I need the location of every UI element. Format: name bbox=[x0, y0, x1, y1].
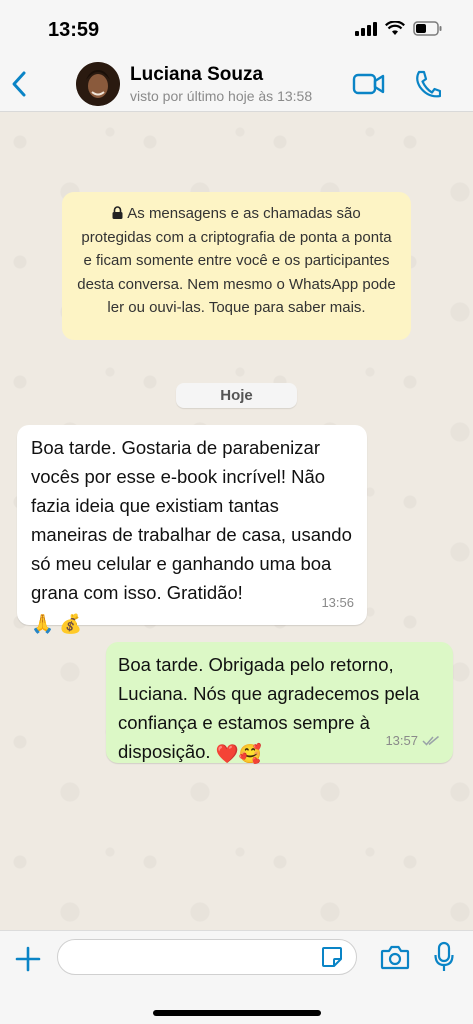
video-call-icon[interactable] bbox=[352, 70, 386, 98]
contact-last-seen: visto por último hoje às 13:58 bbox=[130, 88, 313, 104]
message-emojis: ❤️🥰 bbox=[215, 742, 262, 764]
message-time: 13:56 bbox=[321, 595, 354, 610]
status-bar: 13:59 bbox=[0, 0, 473, 56]
encryption-notice[interactable]: As mensagens e as chamadas são protegida… bbox=[62, 192, 411, 340]
chat-header: Luciana Souza visto por último hoje às 1… bbox=[0, 56, 473, 112]
chat-area[interactable]: As mensagens e as chamadas são protegida… bbox=[0, 112, 473, 930]
lock-icon bbox=[112, 203, 123, 219]
date-divider: Hoje bbox=[176, 383, 297, 408]
incoming-message[interactable]: Boa tarde. Gostaria de parabenizar vocês… bbox=[17, 425, 367, 634]
wifi-icon bbox=[385, 21, 405, 35]
message-time: 13:57 bbox=[385, 733, 418, 748]
status-time: 13:59 bbox=[48, 19, 100, 41]
battery-icon bbox=[413, 21, 442, 36]
outgoing-message[interactable]: Boa tarde. Obrigada pelo retorno, Lucian… bbox=[106, 642, 453, 764]
encryption-notice-text: As mensagens e as chamadas são protegida… bbox=[77, 205, 396, 316]
contact-name[interactable]: Luciana Souza bbox=[130, 64, 263, 86]
microphone-icon[interactable] bbox=[434, 941, 454, 973]
message-text: Boa tarde. Obrigada pelo retorno, Lucian… bbox=[118, 654, 420, 762]
message-emojis: 🙏 💰 bbox=[31, 612, 83, 634]
message-input-bar bbox=[0, 930, 473, 1024]
message-input[interactable] bbox=[57, 939, 357, 975]
camera-icon[interactable] bbox=[380, 943, 410, 971]
cellular-signal-icon bbox=[355, 21, 377, 36]
avatar[interactable] bbox=[76, 62, 120, 106]
message-text: Boa tarde. Gostaria de parabenizar vocês… bbox=[31, 437, 352, 603]
home-indicator[interactable] bbox=[153, 1010, 321, 1016]
phone-call-icon[interactable] bbox=[413, 68, 441, 100]
avatar-photo bbox=[76, 62, 120, 106]
sticker-icon[interactable] bbox=[320, 945, 344, 969]
double-check-read-icon bbox=[422, 735, 439, 746]
status-icons bbox=[355, 21, 443, 36]
back-arrow-icon[interactable] bbox=[8, 68, 32, 100]
plus-icon[interactable] bbox=[14, 945, 42, 973]
